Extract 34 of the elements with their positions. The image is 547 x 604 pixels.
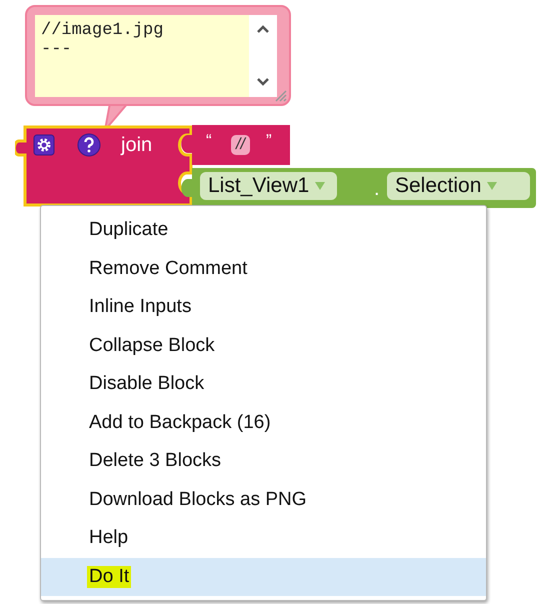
block-label: join [121, 133, 152, 157]
property-dropdown[interactable]: Selection [387, 172, 530, 200]
resize-handle-icon[interactable] [275, 90, 287, 102]
item-label: Remove Comment [88, 258, 248, 280]
menu-item[interactable]: Remove Comment [41, 250, 486, 288]
text-field[interactable]: // [231, 135, 250, 155]
scroll-up-icon[interactable] [257, 25, 269, 34]
item-label: Help [88, 527, 130, 550]
scrollbar[interactable] [249, 15, 277, 97]
menu-item[interactable]: Download Blocks as PNG [41, 480, 486, 519]
comment-field[interactable]: //image1.jpg --- [35, 15, 249, 97]
component-dropdown[interactable]: List_View1 [200, 172, 337, 200]
item-label: Download Blocks as PNG [88, 488, 308, 511]
menu-item[interactable]: Help [41, 519, 486, 558]
menu-item[interactable]: Inline Inputs [41, 288, 486, 326]
menu-item[interactable]: Delete 3 Blocks [41, 442, 486, 480]
gear-icon[interactable] [33, 134, 55, 156]
item-label: Delete 3 Blocks [88, 450, 222, 472]
menu-item[interactable]: Disable Block [41, 365, 486, 404]
item-label: Inline Inputs [88, 296, 192, 318]
item-label: Add to Backpack (16) [88, 412, 272, 434]
item-label: Collapse Block [88, 334, 216, 357]
dot-separator: . [374, 177, 380, 201]
menu-item[interactable]: Collapse Block [41, 326, 486, 365]
open-quote: “ [206, 131, 212, 151]
highlighted-label: Do It [87, 566, 132, 588]
item-label: Duplicate [88, 219, 170, 242]
menu-item[interactable]: Duplicate [41, 211, 486, 250]
help-icon[interactable] [77, 133, 101, 157]
scroll-down-icon[interactable] [257, 77, 269, 86]
close-quote: ” [266, 131, 272, 151]
item-label: Disable Block [88, 373, 206, 396]
menu-item[interactable]: Do It [41, 558, 486, 596]
menu-item[interactable]: Add to Backpack (16) [41, 404, 486, 442]
